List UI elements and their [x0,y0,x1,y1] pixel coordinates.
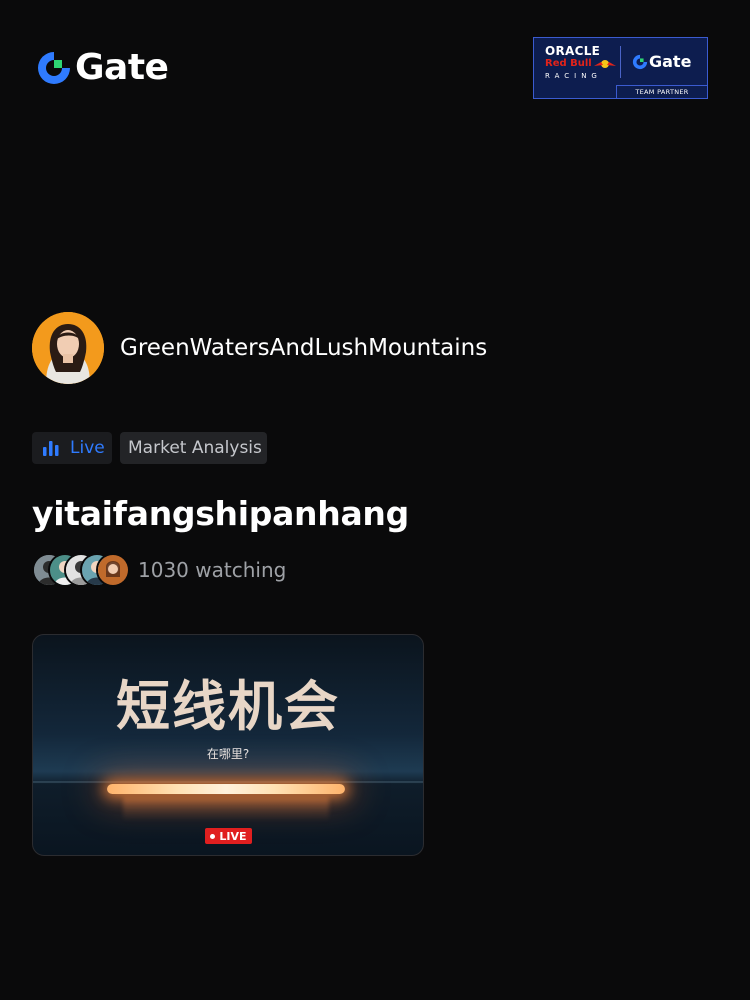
partner-redbull-label: Red Bull [545,58,592,69]
category-tag[interactable]: Market Analysis [120,432,267,464]
live-tag-label: Live [70,438,105,458]
gate-small-icon [632,54,648,69]
partner-oracle-label: ORACLE [545,44,601,58]
team-partner-tag: TEAM PARTNER [616,85,707,98]
viewer-avatars [32,553,132,587]
partner-divider [620,46,621,78]
live-badge: LIVE [205,828,252,844]
live-dot-icon [210,833,216,839]
host-avatar-image [32,312,104,384]
live-tag: Live [32,432,112,464]
thumbnail-reflection [123,797,329,821]
partner-gate-logo: Gate [632,52,691,71]
brand-name: Gate [75,47,169,88]
thumbnail-subtitle: 在哪里? [206,747,250,761]
stream-title: yitaifangshipanhang [32,494,409,533]
thumbnail-horizon [33,781,423,783]
watching-count: 1030 watching [138,558,287,582]
gate-logo-icon [38,52,70,84]
thumbnail-headline: 短线机会 [116,675,340,738]
gate-logo[interactable]: Gate [36,47,169,88]
bar-chart-icon [43,441,59,456]
category-tag-label: Market Analysis [128,438,262,458]
partner-badge: ORACLE Red Bull RACING Gate TEAM PARTNER [533,37,708,99]
partner-racing-label: RACING [545,72,602,80]
thumbnail-light-bar [107,784,345,794]
partner-brand-name: Gate [649,52,692,71]
red-bull-icon [594,60,616,68]
host-name[interactable]: GreenWatersAndLushMountains [120,333,487,363]
host-avatar[interactable] [32,312,104,384]
stream-thumbnail[interactable]: 短线机会 在哪里? LIVE [32,634,424,856]
viewer-avatar [96,553,130,587]
live-badge-label: LIVE [219,829,247,843]
